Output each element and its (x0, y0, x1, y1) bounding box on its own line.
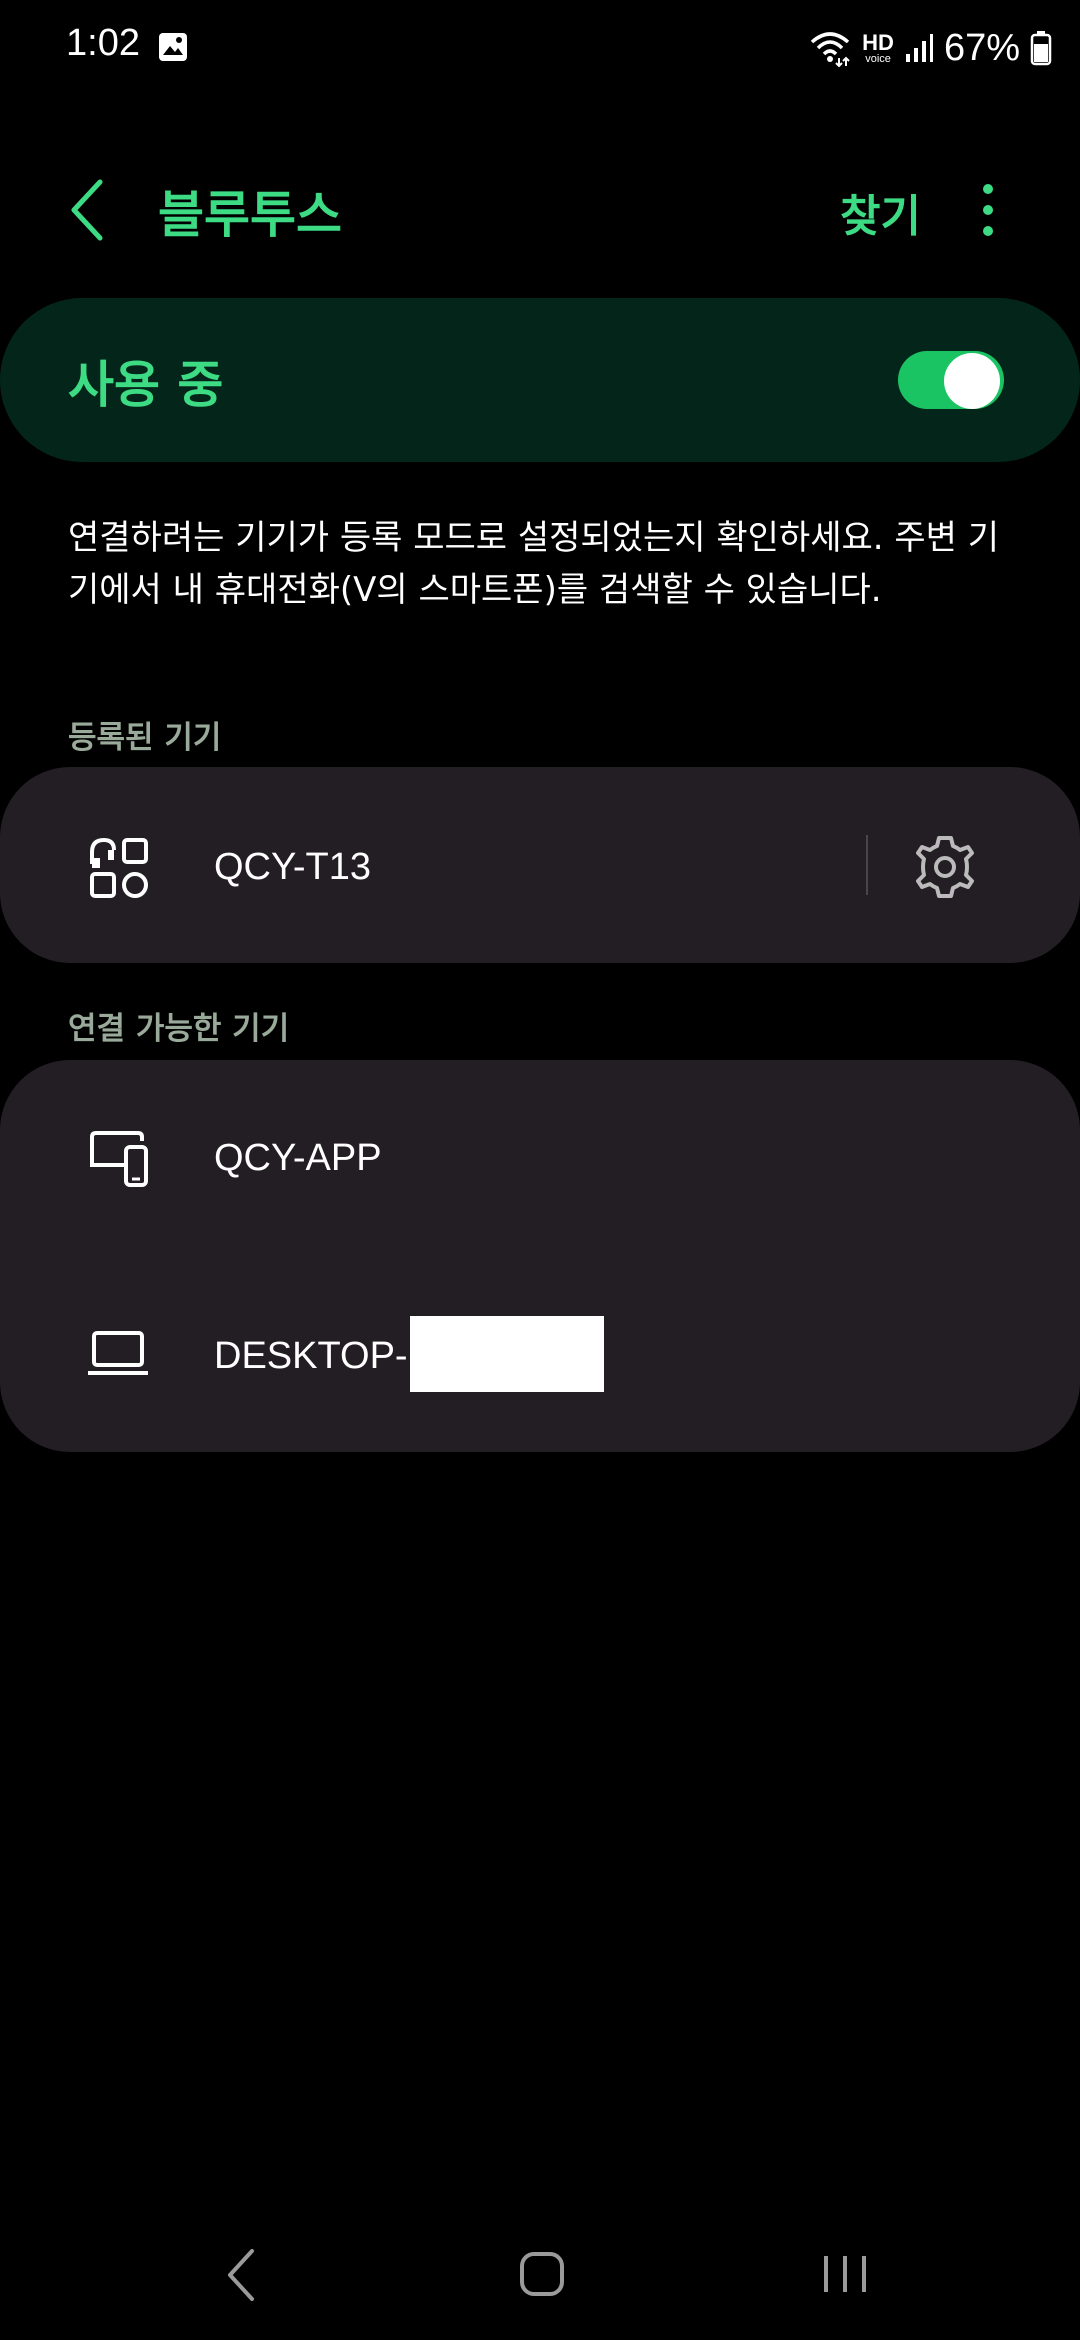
registered-devices-header: 등록된 기기 (68, 720, 222, 756)
page-title: 블루투스 (158, 186, 342, 244)
divider (866, 835, 868, 895)
redaction-box (410, 1316, 604, 1392)
laptop-icon (88, 1331, 148, 1375)
search-button[interactable]: 찾기 (840, 180, 921, 244)
toggle-label: 사용 중 (68, 356, 224, 414)
earbuds-icon (90, 837, 148, 898)
voice-label: voice (865, 52, 891, 65)
image-icon (159, 33, 187, 61)
switch-knob (944, 353, 1000, 409)
wifi-icon (810, 32, 850, 68)
devices-icon (90, 1131, 148, 1187)
nav-home-icon[interactable] (518, 2250, 566, 2298)
description-text: 연결하려는 기기가 등록 모드로 설정되었는지 확인하세요. 주변 기기에서 내… (68, 518, 1000, 610)
status-indicators: HD voice 67% (808, 22, 1052, 74)
status-time: 1:02 (66, 22, 140, 64)
available-devices-card (0, 1060, 1080, 1452)
battery-icon (1030, 31, 1052, 66)
nav-recents-icon[interactable] (820, 2252, 870, 2296)
device-name-qcy-app[interactable]: QCY-APP (214, 1137, 382, 1180)
hd-label: HD (862, 29, 894, 55)
available-devices-header: 연결 가능한 기기 (68, 1011, 290, 1047)
more-vert-icon[interactable] (966, 180, 1010, 240)
hd-voice-icon: HD voice (862, 29, 894, 65)
battery-percent: 67% (943, 26, 1020, 69)
device-name-desktop[interactable]: DESKTOP- (214, 1335, 408, 1378)
chevron-left-icon (71, 179, 103, 241)
gear-icon[interactable] (910, 832, 980, 902)
signal-icon (905, 34, 933, 62)
device-name-qcy-t13[interactable]: QCY-T13 (214, 846, 371, 889)
nav-back-icon[interactable] (222, 2245, 262, 2305)
back-button[interactable] (60, 170, 120, 250)
